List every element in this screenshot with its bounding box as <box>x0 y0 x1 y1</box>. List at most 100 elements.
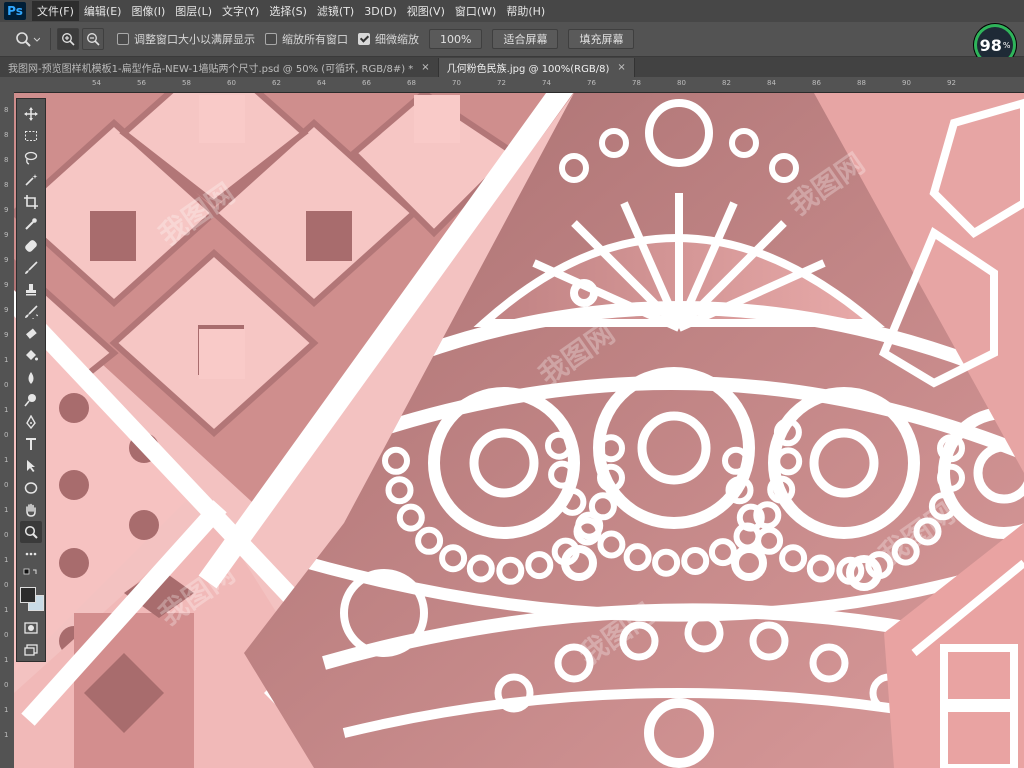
zoom-100-button[interactable]: 100% <box>429 29 483 49</box>
ruler-tick-label: 0 <box>4 481 9 489</box>
menu-view[interactable]: 视图(V) <box>402 1 450 21</box>
blur-tool[interactable] <box>20 367 42 389</box>
tab-label: 几何粉色民族.jpg @ 100%(RGB/8) <box>446 64 610 75</box>
history-brush-tool[interactable] <box>20 301 42 323</box>
dodge-icon <box>24 394 36 407</box>
ruler-tick-label: 1 <box>4 656 9 664</box>
tab-jpg-document[interactable]: 几何粉色民族.jpg @ 100%(RGB/8) × <box>438 58 635 77</box>
swap-colors[interactable] <box>20 565 42 581</box>
ruler-tick-label: 1 <box>4 606 9 614</box>
ruler-horizontal[interactable]: 54 56 58 60 62 64 66 68 70 72 74 76 78 80 82 84 86 88 90 92 <box>14 77 1024 93</box>
ruler-tick-label: 78 <box>632 79 641 87</box>
ruler-tick-label: 8 <box>4 106 9 114</box>
fit-screen-button[interactable]: 适合屏幕 <box>492 29 559 49</box>
ruler-tick-label: 1 <box>4 456 9 464</box>
close-icon[interactable]: × <box>617 62 625 73</box>
screen-mode-icon <box>24 644 38 656</box>
blur-icon <box>28 372 34 384</box>
zoom-out-button[interactable] <box>82 28 104 50</box>
magic-wand-icon <box>25 174 38 186</box>
swap-colors-icon <box>23 568 37 575</box>
stamp-tool[interactable] <box>20 279 42 301</box>
scrubby-zoom-box[interactable] <box>358 33 370 45</box>
menu-filter[interactable]: 滤镜(T) <box>312 1 359 21</box>
toolbox <box>16 98 46 662</box>
menu-layer[interactable]: 图层(L) <box>170 1 217 21</box>
ruler-vertical[interactable]: 8 8 8 8 9 9 9 9 9 9 1 0 1 0 1 0 1 0 1 0 1 0 1 0 1 1 <box>0 92 15 768</box>
ruler-tick-label: 62 <box>272 79 281 87</box>
menu-bar: Ps 文件(F) 编辑(E) 图像(I) 图层(L) 文字(Y) 选择(S) 滤… <box>0 0 1024 22</box>
brush-icon <box>25 261 38 274</box>
menu-type[interactable]: 文字(Y) <box>217 1 264 21</box>
crop-icon <box>24 195 38 209</box>
path-select-tool[interactable] <box>20 455 42 477</box>
ruler-tick-label: 9 <box>4 231 9 239</box>
zoom-in-button[interactable] <box>57 28 79 50</box>
menu-3d[interactable]: 3D(D) <box>359 3 402 20</box>
ruler-tick-label: 60 <box>227 79 236 87</box>
type-tool[interactable] <box>20 433 42 455</box>
menu-select[interactable]: 选择(S) <box>264 1 312 21</box>
magic-wand-tool[interactable] <box>20 169 42 191</box>
document-canvas[interactable]: 我图网 我图网 我图网 我图网 我图网 我图网 <box>14 93 1024 768</box>
ruler-tick-label: 68 <box>407 79 416 87</box>
eraser-icon <box>26 328 37 339</box>
resize-windows-label: 调整窗口大小以满屏显示 <box>134 33 255 46</box>
dodge-tool[interactable] <box>20 389 42 411</box>
tab-label: 我图网-预览图样机模板1-扁型作品-NEW-1墙贴两个尺寸.psd @ 50% … <box>8 64 414 75</box>
ruler-tick-label: 1 <box>4 731 9 739</box>
healing-tool[interactable] <box>20 235 42 257</box>
more-tools[interactable] <box>20 543 42 565</box>
ruler-tick-label: 72 <box>497 79 506 87</box>
color-swatches[interactable] <box>19 585 44 611</box>
zoom-all-windows-checkbox[interactable]: 缩放所有窗口 <box>265 31 348 47</box>
ruler-tick-label: 1 <box>4 356 9 364</box>
ruler-tick-label: 9 <box>4 206 9 214</box>
menu-edit[interactable]: 编辑(E) <box>79 1 127 21</box>
zoom-all-windows-box[interactable] <box>265 33 277 45</box>
menu-image[interactable]: 图像(I) <box>126 1 170 21</box>
ruler-tick-label: 74 <box>542 79 551 87</box>
tab-psd-document[interactable]: 我图网-预览图样机模板1-扁型作品-NEW-1墙贴两个尺寸.psd @ 50% … <box>0 58 439 77</box>
ellipse-tool[interactable] <box>20 477 42 499</box>
type-icon <box>26 438 36 450</box>
lasso-tool[interactable] <box>20 147 42 169</box>
eyedropper-icon <box>25 218 37 230</box>
quick-mask-icon <box>24 622 38 634</box>
menu-help[interactable]: 帮助(H) <box>501 1 550 21</box>
fill-screen-button[interactable]: 填充屏幕 <box>568 29 635 49</box>
ruler-tick-label: 9 <box>4 256 9 264</box>
pen-tool[interactable] <box>20 411 42 433</box>
close-icon[interactable]: × <box>421 62 429 73</box>
move-tool[interactable] <box>20 103 42 125</box>
brush-tool[interactable] <box>20 257 42 279</box>
foreground-color-swatch[interactable] <box>20 587 36 603</box>
more-icon <box>25 552 37 556</box>
ruler-tick-label: 90 <box>902 79 911 87</box>
tool-preset-picker[interactable] <box>10 26 44 52</box>
crop-tool[interactable] <box>20 191 42 213</box>
zoom-tool[interactable] <box>20 521 42 543</box>
resize-windows-box[interactable] <box>117 33 129 45</box>
ruler-tick-label: 9 <box>4 331 9 339</box>
paint-bucket-tool[interactable] <box>20 345 42 367</box>
resize-windows-checkbox[interactable]: 调整窗口大小以满屏显示 <box>117 31 255 47</box>
ruler-tick-label: 0 <box>4 681 9 689</box>
scrubby-zoom-checkbox[interactable]: 细微缩放 <box>358 31 419 47</box>
ruler-tick-label: 70 <box>452 79 461 87</box>
ruler-tick-label: 0 <box>4 431 9 439</box>
eyedropper-tool[interactable] <box>20 213 42 235</box>
quick-mask-button[interactable] <box>20 617 42 639</box>
ellipse-icon <box>24 482 38 494</box>
marquee-tool[interactable] <box>20 125 42 147</box>
eraser-tool[interactable] <box>20 323 42 345</box>
ruler-tick-label: 1 <box>4 706 9 714</box>
menu-file[interactable]: 文件(F) <box>32 1 79 21</box>
screen-mode-button[interactable] <box>20 639 42 661</box>
pen-icon <box>26 415 36 429</box>
ruler-tick-label: 0 <box>4 581 9 589</box>
menu-window[interactable]: 窗口(W) <box>450 1 501 21</box>
ruler-tick-label: 84 <box>767 79 776 87</box>
ruler-tick-label: 64 <box>317 79 326 87</box>
hand-tool[interactable] <box>20 499 42 521</box>
